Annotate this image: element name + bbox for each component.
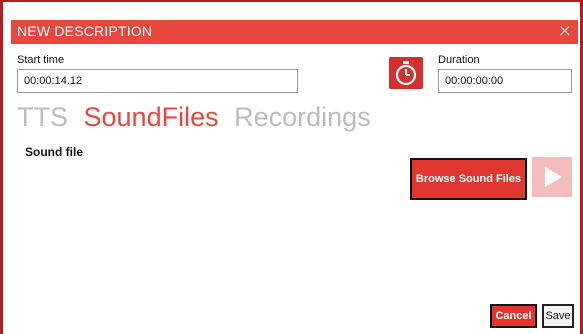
dialog-title: NEW DESCRIPTION [17,23,153,39]
tab-soundfiles[interactable]: SoundFiles [84,102,219,133]
sound-file-label: Sound file [25,145,83,159]
play-button[interactable] [532,157,572,197]
play-icon [545,167,562,187]
browse-sound-files-button[interactable]: Browse Sound Files [410,158,527,200]
close-icon[interactable]: × [558,21,572,41]
source-tabs: TTS SoundFiles Recordings [17,102,379,133]
duration-field[interactable]: 00:00:00:00 [438,69,572,93]
title-bar: NEW DESCRIPTION × [11,20,578,44]
new-description-dialog: NEW DESCRIPTION × Start time 00:00:14.12… [11,20,578,334]
save-button[interactable]: Save [542,304,574,328]
stopwatch-button[interactable] [389,57,423,89]
stopwatch-icon [395,61,417,86]
start-time-field[interactable]: 00:00:14.12 [17,69,298,93]
duration-label: Duration [438,54,480,66]
cancel-button[interactable]: Cancel [490,304,537,328]
tab-tts[interactable]: TTS [17,102,68,133]
start-time-label: Start time [17,54,65,66]
tab-recordings[interactable]: Recordings [234,102,371,133]
